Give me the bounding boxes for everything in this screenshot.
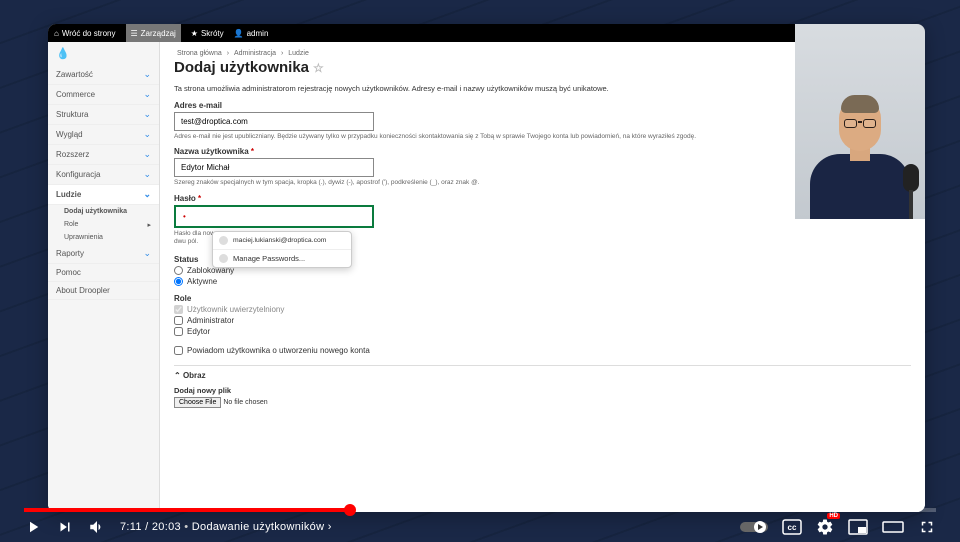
sidebar-label: Commerce [56, 90, 95, 99]
manage-passwords[interactable]: Manage Passwords... [213, 249, 351, 267]
manage-text: Manage Passwords... [233, 254, 305, 263]
sidebar-item-structure[interactable]: Struktura ⌄ [48, 105, 159, 125]
manage-label: Zarządzaj [141, 29, 176, 38]
sidebar-item-people[interactable]: Ludzie ⌄ [48, 185, 159, 205]
user-icon: 👤 [234, 29, 244, 38]
email-field[interactable] [174, 112, 374, 131]
radio-label: Aktywne [187, 277, 217, 286]
choose-file-button[interactable]: Choose File [174, 397, 221, 408]
chevron-down-icon: ⌄ [143, 89, 151, 100]
sidebar-item-content[interactable]: Zawartość ⌄ [48, 65, 159, 85]
crumb[interactable]: Administracja [234, 50, 276, 57]
timecode: 7:11 / 20:03 • Dodawanie użytkowników › [120, 521, 332, 533]
presenter-webcam [795, 24, 925, 219]
sidebar-label: Ludzie [56, 190, 81, 199]
back-to-site[interactable]: ⌂ Wróć do strony [54, 29, 116, 38]
crumb[interactable]: Strona główna [177, 50, 222, 57]
check-label: Edytor [187, 327, 210, 336]
next-button[interactable] [56, 518, 74, 536]
chapter-title[interactable]: Dodawanie użytkowników [192, 521, 325, 533]
sidebar-sub-add-user[interactable]: Dodaj użytkownika [48, 205, 159, 218]
sidebar-item-commerce[interactable]: Commerce ⌄ [48, 85, 159, 105]
sidebar-item-appearance[interactable]: Wygląd ⌄ [48, 125, 159, 145]
check-label: Powiadom użytkownika o utworzeniu nowego… [187, 346, 370, 355]
user-label: admin [247, 29, 269, 38]
admin-topbar: ⌂ Wróć do strony ☰ Zarządzaj ★ Skróty 👤 … [48, 24, 925, 42]
chevron-down-icon: ⌄ [143, 169, 151, 180]
admin-sidebar: 💧 Zawartość ⌄ Commerce ⌄ Struktura ⌄ Wygląd… [48, 42, 160, 512]
back-label: Wróć do strony [62, 29, 116, 38]
password-field[interactable] [174, 205, 374, 228]
sidebar-item-extend[interactable]: Rozszerz ⌄ [48, 145, 159, 165]
chevron-down-icon: ⌄ [143, 248, 151, 259]
key-icon [219, 236, 228, 245]
password-autocomplete: maciej.lukianski@droptica.com Manage Pas… [212, 231, 352, 268]
sidebar-item-help[interactable]: Pomoc [48, 264, 159, 282]
check-label: Administrator [187, 316, 234, 325]
crumb[interactable]: Ludzie [288, 50, 309, 57]
manage-menu[interactable]: ☰ Zarządzaj [126, 24, 181, 42]
sub-label: Role [64, 221, 78, 228]
sidebar-item-config[interactable]: Konfiguracja ⌄ [48, 165, 159, 185]
chevron-down-icon: ⌄ [143, 69, 151, 80]
sidebar-label: Wygląd [56, 130, 83, 139]
sidebar-sub-permissions[interactable]: Uprawnienia [48, 231, 159, 244]
suggestion-text: maciej.lukianski@droptica.com [233, 237, 326, 244]
notify-checkbox[interactable] [174, 346, 183, 355]
status-active-radio[interactable] [174, 277, 183, 286]
sidebar-label: Pomoc [56, 268, 81, 277]
username-field[interactable] [174, 158, 374, 177]
hd-badge: HD [827, 513, 840, 519]
autoplay-toggle[interactable] [740, 520, 768, 534]
sidebar-item-reports[interactable]: Raporty ⌄ [48, 244, 159, 264]
user-menu[interactable]: 👤 admin [234, 29, 269, 38]
sidebar-label: Raporty [56, 249, 84, 258]
image-accordion[interactable]: ⌃ Obraz [174, 371, 911, 380]
drupal-logo[interactable]: 💧 [48, 42, 159, 65]
microphone-icon [903, 164, 919, 219]
role-admin-checkbox[interactable] [174, 316, 183, 325]
sidebar-label: Zawartość [56, 70, 93, 79]
sidebar-sub-roles[interactable]: Role ▸ [48, 218, 159, 231]
favorite-star-icon[interactable]: ☆ [313, 61, 324, 75]
shortcuts-menu[interactable]: ★ Skróty [191, 29, 224, 38]
sidebar-label: Rozszerz [56, 150, 89, 159]
star-icon: ★ [191, 29, 198, 38]
chevron-right-icon[interactable]: › [328, 521, 332, 533]
autocomplete-suggestion[interactable]: maciej.lukianski@droptica.com [213, 232, 351, 249]
sidebar-label: Konfiguracja [56, 170, 100, 179]
play-button[interactable] [24, 518, 42, 536]
app-window: ⌂ Wróć do strony ☰ Zarządzaj ★ Skróty 👤 … [48, 24, 925, 512]
chevron-down-icon: ⌄ [143, 189, 151, 200]
role-editor-checkbox[interactable] [174, 327, 183, 336]
sidebar-label: Struktura [56, 110, 88, 119]
chevron-down-icon: ⌄ [143, 109, 151, 120]
role-label: Role [174, 294, 911, 303]
sidebar-label: About Droopler [56, 286, 110, 295]
svg-text:cc: cc [788, 523, 797, 532]
shortcuts-label: Skróty [201, 29, 224, 38]
role-auth-checkbox [174, 305, 183, 314]
video-controls: 7:11 / 20:03 • Dodawanie użytkowników › … [24, 512, 936, 542]
sidebar-item-about[interactable]: About Droopler [48, 282, 159, 300]
status-blocked-radio[interactable] [174, 266, 183, 275]
chevron-down-icon: ⌄ [143, 129, 151, 140]
volume-button[interactable] [88, 518, 106, 536]
subtitles-button[interactable]: cc [782, 519, 802, 535]
gear-icon [219, 254, 228, 263]
no-file-text: No file chosen [223, 399, 267, 406]
miniplayer-button[interactable] [848, 519, 868, 535]
chevron-down-icon: ⌄ [143, 149, 151, 160]
check-label: Użytkownik uwierzytelniony [187, 305, 284, 314]
home-icon: ⌂ [54, 29, 59, 38]
settings-button[interactable]: HD [816, 518, 834, 536]
menu-icon: ☰ [131, 29, 138, 38]
add-file-label: Dodaj nowy plik [174, 386, 911, 395]
theater-button[interactable] [882, 519, 904, 535]
fullscreen-button[interactable] [918, 518, 936, 536]
